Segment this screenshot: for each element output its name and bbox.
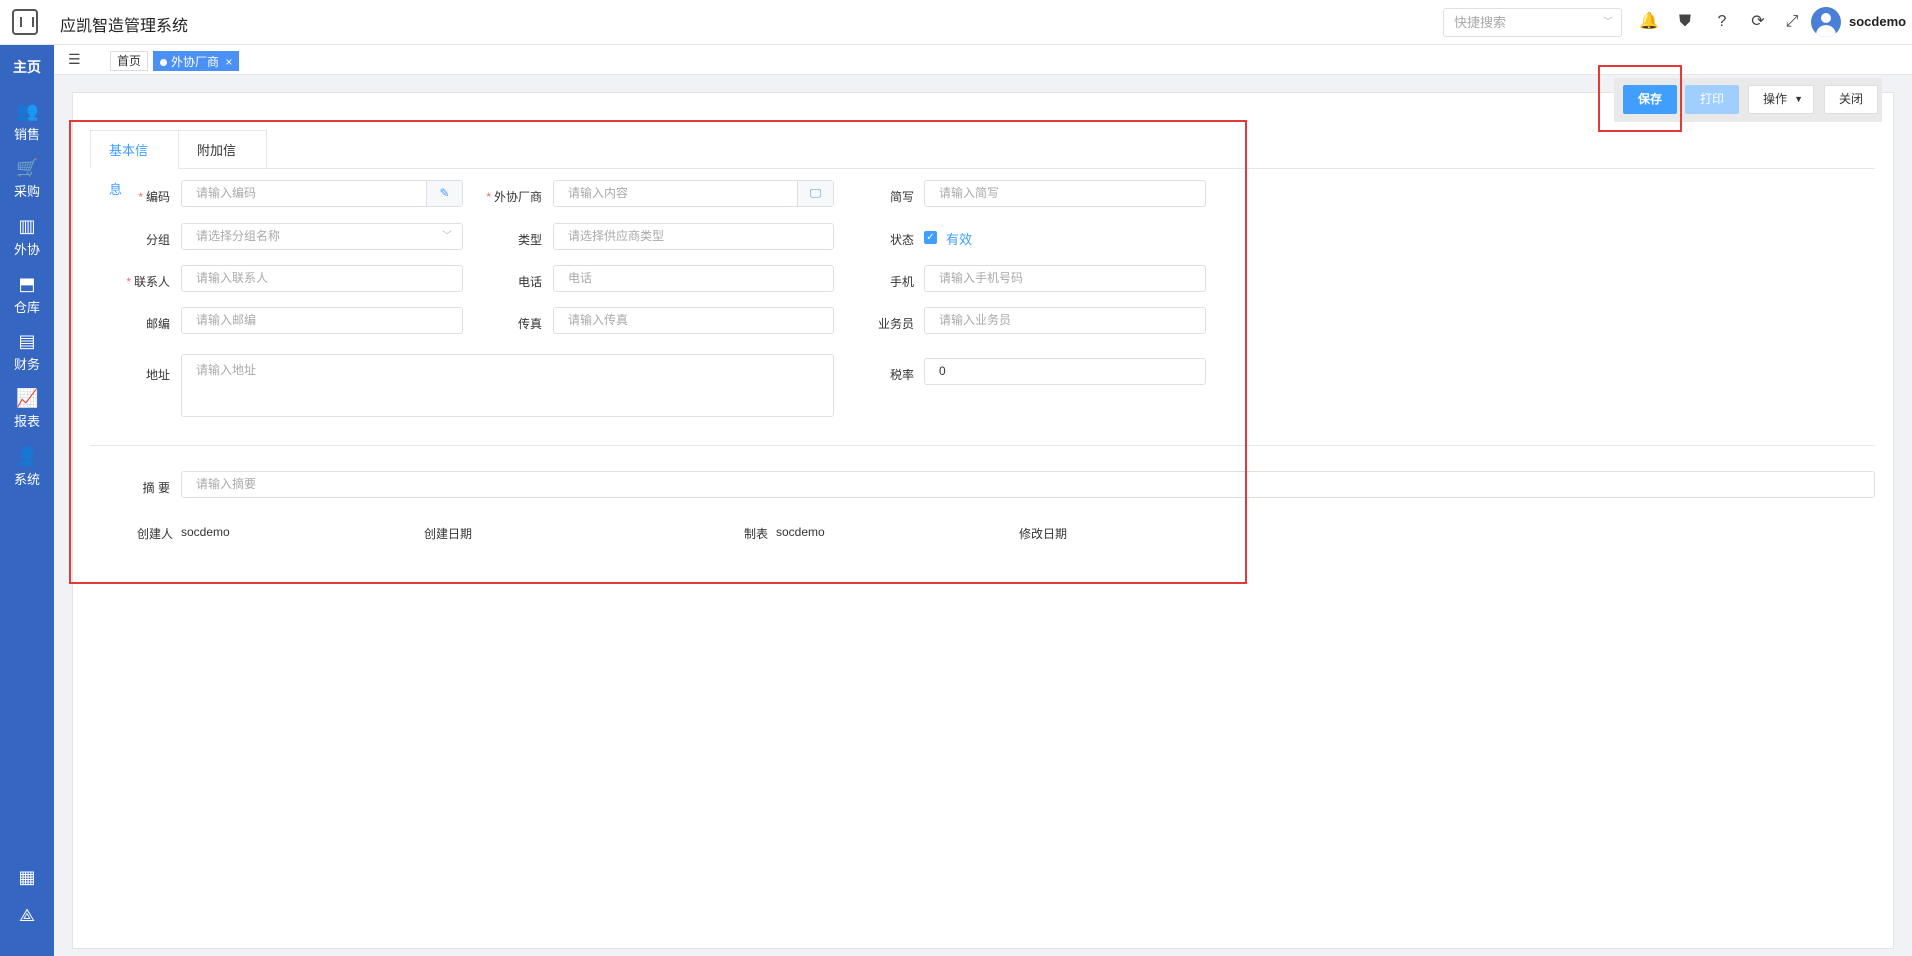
menu-toggle-icon[interactable]: ☰ [68,51,81,68]
app-logo-icon [12,9,38,35]
sidebar-item-label: 财务 [13,357,40,372]
print-button[interactable]: 打印 [1685,85,1740,114]
cart-icon: 🛒 [16,158,39,178]
sidebar-item-system[interactable]: 👤 系统 [0,445,54,488]
operate-dropdown-button[interactable]: 操作 ▼ [1748,85,1815,114]
chevron-down-icon: ﹀ [1603,17,1613,28]
shield-icon[interactable]: ⛊ [1675,12,1695,32]
network-icon[interactable]: ⟁ [15,903,39,927]
highlight-form [69,120,1247,584]
operate-label: 操作 [1763,92,1788,106]
factory-icon: ▥ [18,216,36,236]
username[interactable]: socdemo [1849,14,1906,29]
quick-search-placeholder: 快捷搜索 [1454,15,1507,30]
app-title: 应凯智造管理系统 [60,18,189,35]
tab-label: 外协厂商 [171,55,220,69]
sidebar-item-purchase[interactable]: 🛒 采购 [0,157,54,200]
sidebar-item-label: 仓库 [13,300,40,315]
help-icon[interactable]: ? [1712,12,1732,32]
bell-icon[interactable]: 🔔 [1639,12,1659,32]
sidebar-item-outsource[interactable]: ▥ 外协 [0,215,54,258]
fullscreen-icon[interactable]: ⤢ [1782,12,1802,32]
sidebar-item-label: 销售 [13,127,40,142]
sidebar-item-sales[interactable]: 👥 销售 [0,100,54,143]
sidebar-item-label: 报表 [13,414,40,429]
caret-down-icon: ▼ [1794,94,1804,104]
sidebar-item-warehouse[interactable]: ⬒ 仓库 [0,273,54,316]
sidebar-item-report[interactable]: 📈 报表 [0,387,54,430]
sidebar-item-home[interactable]: 主页 [0,57,54,77]
quick-search-select[interactable]: 快捷搜索 ﹀ [1443,8,1622,37]
tab-outsource-vendor[interactable]: 外协厂商 × [153,51,240,71]
top-bar: 应凯智造管理系统 快捷搜索 ﹀ 🔔 ⛊ ? ⟳ ⤢ socdemo [0,0,1912,45]
close-button[interactable]: 关闭 [1824,85,1879,114]
tab-home[interactable]: 首页 [110,51,149,71]
active-dot-icon [160,59,167,66]
finance-icon: ▤ [18,331,36,351]
user-icon: 👤 [16,446,39,466]
sidebar-item-label: 系统 [13,472,40,487]
refresh-icon[interactable]: ⟳ [1748,12,1768,32]
sidebar: 主页 👥 销售 🛒 采购 ▥ 外协 ⬒ 仓库 ▤ 财务 📈 报表 👤 系统 ▦ … [0,45,54,956]
sidebar-item-label: 采购 [13,184,40,199]
avatar[interactable] [1811,7,1841,37]
warehouse-icon: ⬒ [18,274,36,294]
chart-icon: 📈 [16,388,39,408]
sidebar-item-label: 外协 [13,242,40,257]
highlight-save [1598,65,1682,132]
apps-grid-icon[interactable]: ▦ [15,865,39,889]
sidebar-item-finance[interactable]: ▤ 财务 [0,330,54,373]
users-icon: 👥 [16,101,39,121]
close-tab-icon[interactable]: × [225,55,232,69]
